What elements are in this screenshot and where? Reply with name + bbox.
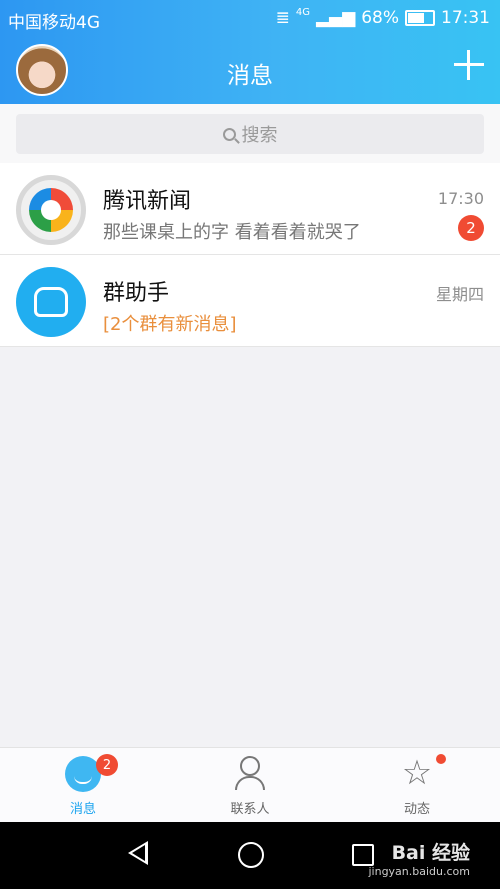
tab-label: 动态 xyxy=(403,802,430,817)
tab-messages[interactable]: 2 消息 xyxy=(0,748,166,823)
add-button[interactable] xyxy=(452,48,486,82)
battery-icon xyxy=(405,10,435,26)
star-icon: ☆ xyxy=(401,753,433,793)
signal-icon: ▂▄▆ xyxy=(315,8,356,28)
conversation-name: 腾讯新闻 xyxy=(103,189,192,214)
unread-badge: 2 xyxy=(458,215,484,241)
group-icon xyxy=(34,287,68,317)
clock-label: 17:31 xyxy=(441,8,490,28)
page-title: 消息 xyxy=(227,63,273,89)
conversation-item[interactable]: 群助手 [2个群有新消息] 星期四 xyxy=(0,255,500,347)
search-area: 搜索 xyxy=(0,104,500,166)
new-dot-badge xyxy=(436,754,446,764)
search-icon xyxy=(222,127,236,141)
tab-moments[interactable]: ☆ 动态 xyxy=(334,748,500,823)
status-right: ≣ 4G ▂▄▆ 68% 17:31 xyxy=(275,6,490,29)
home-icon[interactable] xyxy=(238,842,264,868)
search-placeholder: 搜索 xyxy=(241,125,278,146)
android-nav-bar: Bai 经验 jingyan.baidu.com xyxy=(0,822,500,889)
carrier-label: 中国移动4G xyxy=(8,13,100,33)
tab-label: 消息 xyxy=(69,802,96,817)
recent-apps-icon[interactable] xyxy=(352,844,374,866)
conversation-time: 星期四 xyxy=(435,285,484,304)
back-icon[interactable] xyxy=(128,841,148,865)
conversation-name: 群助手 xyxy=(103,281,170,306)
watermark-url: jingyan.baidu.com xyxy=(368,865,470,878)
conversation-time: 17:30 xyxy=(437,189,484,208)
search-input[interactable]: 搜索 xyxy=(16,114,484,154)
contact-person-icon xyxy=(235,756,265,792)
conversation-preview: [2个群有新消息] xyxy=(103,314,237,335)
network-label: 4G xyxy=(295,6,310,18)
tencent-news-logo-icon xyxy=(29,188,73,232)
tab-contacts[interactable]: 联系人 xyxy=(167,748,333,823)
tab-label: 联系人 xyxy=(230,802,270,817)
baidu-watermark: Bai 经验 xyxy=(391,842,470,864)
conversation-preview: 那些课桌上的字 看着看着就哭了 xyxy=(103,222,361,243)
header: 中国移动4G ≣ 4G ▂▄▆ 68% 17:31 消息 xyxy=(0,0,500,104)
bottom-tab-bar: 2 消息 联系人 ☆ 动态 xyxy=(0,747,500,822)
title-bar: 消息 xyxy=(0,40,500,104)
conversation-item[interactable]: 腾讯新闻 那些课桌上的字 看着看着就哭了 17:30 2 xyxy=(0,163,500,255)
tencent-news-avatar xyxy=(16,175,86,245)
status-bar: 中国移动4G ≣ 4G ▂▄▆ 68% 17:31 xyxy=(0,0,500,36)
group-assistant-avatar xyxy=(16,267,86,337)
wifi-icon: ≣ xyxy=(275,8,290,28)
messages-badge: 2 xyxy=(96,754,118,776)
battery-label: 68% xyxy=(361,8,399,28)
conversation-list: 腾讯新闻 那些课桌上的字 看着看着就哭了 17:30 2 群助手 [2个群有新消… xyxy=(0,163,500,347)
